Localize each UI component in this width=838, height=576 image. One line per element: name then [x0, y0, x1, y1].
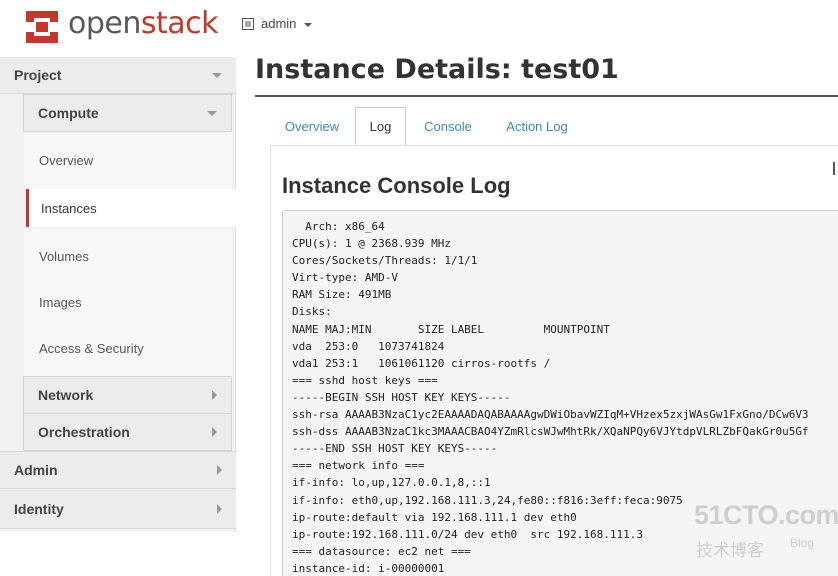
- sidebar-subpanel-label: Orchestration: [38, 424, 130, 440]
- sidebar-panel-project[interactable]: Project: [0, 57, 236, 94]
- sidebar-item-access-security[interactable]: Access & Security: [24, 321, 232, 376]
- project-switcher[interactable]: admin: [242, 16, 313, 31]
- sidebar-panel-label: Admin: [14, 462, 58, 478]
- tab-log[interactable]: Log: [355, 107, 406, 145]
- brand-name: openstack: [68, 6, 219, 41]
- detail-tabs: Overview Log Console Action Log: [270, 107, 838, 145]
- watermark-subtitle: 技术博客: [696, 541, 764, 561]
- chevron-right-icon: [217, 465, 222, 475]
- tab-label: Log: [369, 119, 392, 134]
- watermark: 51CTO.com 技术博客 Blog: [694, 500, 838, 561]
- watermark-blog: Blog: [790, 536, 815, 550]
- list-icon: [242, 17, 254, 30]
- chevron-right-icon: [212, 390, 217, 400]
- sidebar-item-overview[interactable]: Overview: [24, 133, 232, 188]
- sidebar-item-label: Volumes: [39, 249, 89, 264]
- chevron-down-icon: [304, 22, 313, 27]
- page-title: Instance Details: test01: [255, 54, 619, 85]
- sidebar-panel-admin[interactable]: Admin: [0, 451, 236, 489]
- tab-console[interactable]: Console: [410, 107, 486, 145]
- watermark-logo-text: 51CTO.com: [694, 500, 838, 530]
- tab-label: Action Log: [506, 118, 568, 134]
- sidebar-subpanel-label: Network: [38, 387, 94, 403]
- sidebar-item-label: Instances: [41, 200, 97, 216]
- sidebar-item-volumes[interactable]: Volumes: [24, 229, 232, 284]
- sidebar-subpanel-network[interactable]: Network: [23, 376, 232, 414]
- top-navbar: openstack admin: [0, 0, 838, 55]
- section-title: Instance Console Log: [282, 173, 511, 198]
- sidebar-subpanel-orchestration[interactable]: Orchestration: [23, 413, 232, 451]
- openstack-logo-icon[interactable]: [22, 9, 62, 45]
- sidebar: Project Compute Overview Instances Volum…: [0, 57, 238, 532]
- chevron-down-icon: [207, 111, 217, 116]
- sidebar-item-label: Overview: [39, 153, 94, 168]
- truncated-link-edge: [833, 162, 835, 175]
- sidebar-item-label: Images: [39, 295, 82, 310]
- sidebar-panel-label: Identity: [14, 500, 64, 517]
- chevron-down-icon: [212, 73, 222, 78]
- sidebar-item-images[interactable]: Images: [24, 284, 232, 321]
- tab-overview[interactable]: Overview: [270, 107, 354, 145]
- sidebar-item-instances[interactable]: Instances: [26, 189, 238, 227]
- sidebar-panel-identity[interactable]: Identity: [0, 489, 236, 529]
- tab-label: Console: [424, 118, 472, 134]
- title-divider: [255, 95, 838, 97]
- chevron-right-icon: [217, 503, 222, 514]
- tab-label: Overview: [284, 118, 340, 134]
- sidebar-subpanel-label: Compute: [38, 105, 99, 121]
- tab-action-log[interactable]: Action Log: [492, 107, 582, 145]
- sidebar-item-label: Access & Security: [39, 341, 144, 356]
- project-switcher-label: admin: [261, 16, 297, 31]
- sidebar-panel-label: Project: [14, 67, 62, 83]
- sidebar-subpanel-compute[interactable]: Compute: [23, 94, 232, 132]
- chevron-right-icon: [212, 427, 217, 437]
